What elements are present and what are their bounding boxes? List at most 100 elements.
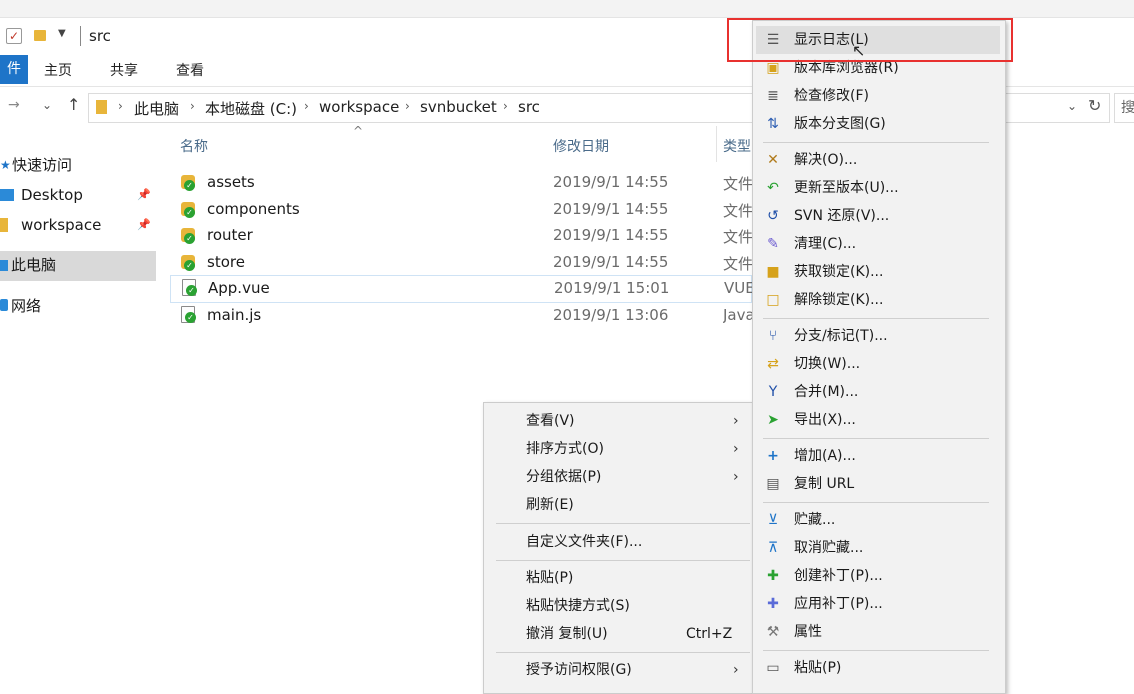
menu-item-revision-graph[interactable]: ⇅ 版本分支图(G): [753, 110, 1005, 138]
address-dropdown-icon[interactable]: ⌄: [1067, 99, 1077, 113]
chevron-right-icon[interactable]: ›: [304, 99, 309, 113]
column-date[interactable]: 修改日期: [553, 136, 609, 156]
chevron-right-icon[interactable]: ›: [405, 99, 410, 113]
menu-separator: [763, 318, 989, 319]
svn-folder-icon: ✓: [181, 228, 195, 244]
submenu-arrow-icon: ›: [733, 662, 739, 678]
merge-icon: Y: [768, 384, 778, 400]
file-row[interactable]: ✓ store 2019/9/1 14:55 文件: [170, 250, 753, 276]
menu-separator: [496, 560, 750, 561]
menu-item-properties[interactable]: ⚒ 属性: [753, 618, 1005, 646]
column-divider[interactable]: [716, 126, 717, 162]
context-menu: 查看(V) › 排序方式(O) › 分组依据(P) › 刷新(E) 自定义文件夹…: [483, 402, 757, 694]
nav-desktop[interactable]: Desktop 📌: [0, 181, 156, 209]
nav-network[interactable]: 网络: [0, 292, 156, 320]
menu-item-paste[interactable]: 粘贴(P): [484, 564, 756, 592]
title-separator: [80, 26, 81, 46]
search-input[interactable]: 搜: [1114, 93, 1134, 123]
menu-item-customize-folder[interactable]: 自定义文件夹(F)...: [484, 528, 756, 556]
menu-item-copy-url[interactable]: ▤ 复制 URL: [753, 470, 1005, 498]
properties-check-icon[interactable]: ✓: [6, 28, 22, 44]
menu-separator: [496, 652, 750, 653]
breadcrumb-src[interactable]: src: [518, 98, 540, 116]
menu-item-give-access[interactable]: 授予访问权限(G) ›: [484, 656, 756, 684]
breadcrumb-workspace[interactable]: workspace: [319, 98, 399, 116]
revision-graph-icon: ⇅: [767, 116, 779, 132]
file-row[interactable]: ✓ components 2019/9/1 14:55 文件: [170, 197, 753, 223]
menu-item-resolve[interactable]: ✕ 解决(O)...: [753, 146, 1005, 174]
menu-item-unshelve[interactable]: ⊼ 取消贮藏...: [753, 534, 1005, 562]
pin-icon[interactable]: 📌: [137, 181, 151, 209]
file-row[interactable]: ✓ main.js 2019/9/1 13:06 Java: [170, 303, 753, 329]
tab-home[interactable]: 主页: [44, 60, 72, 80]
menu-item-switch[interactable]: ⇄ 切换(W)...: [753, 350, 1005, 378]
file-row[interactable]: ✓ App.vue 2019/9/1 15:01 VUE: [170, 275, 754, 303]
menu-item-view[interactable]: 查看(V) ›: [484, 407, 756, 435]
tab-view[interactable]: 查看: [176, 60, 204, 80]
nav-workspace[interactable]: workspace 📌: [0, 211, 156, 239]
new-folder-icon[interactable]: [34, 30, 46, 41]
svn-submenu: ☰ 显示日志(L) ▣ 版本库浏览器(R) ≣ 检查修改(F) ⇅ 版本分支图(…: [752, 20, 1006, 694]
computer-icon: [0, 260, 8, 271]
window-title: src: [89, 27, 111, 45]
menu-item-export[interactable]: ➤ 导出(X)...: [753, 406, 1005, 434]
menu-item-add[interactable]: + 增加(A)...: [753, 442, 1005, 470]
menu-item-undo-copy[interactable]: 撤消 复制(U) Ctrl+Z: [484, 620, 756, 648]
branch-tag-icon: ⑂: [768, 328, 778, 344]
menu-item-get-lock[interactable]: ■ 获取锁定(K)...: [753, 258, 1005, 286]
unshelve-icon: ⊼: [767, 540, 779, 556]
menu-separator: [763, 650, 989, 651]
menu-item-branch-tag[interactable]: ⑂ 分支/标记(T)...: [753, 322, 1005, 350]
menu-separator: [763, 142, 989, 143]
repo-browser-icon: ▣: [766, 60, 780, 76]
chevron-right-icon[interactable]: ›: [190, 99, 195, 113]
menu-item-cleanup[interactable]: ✎ 清理(C)...: [753, 230, 1005, 258]
apply-patch-icon: ✚: [767, 596, 779, 612]
menu-item-create-patch[interactable]: ✚ 创建补丁(P)...: [753, 562, 1005, 590]
export-icon: ➤: [767, 412, 779, 428]
menu-item-update-to-revision[interactable]: ↶ 更新至版本(U)...: [753, 174, 1005, 202]
folder-icon: [96, 100, 107, 114]
forward-icon[interactable]: →: [8, 97, 20, 113]
pin-icon[interactable]: 📌: [137, 211, 151, 239]
cleanup-icon: ✎: [767, 236, 779, 252]
tab-file[interactable]: 件: [0, 55, 28, 84]
folder-icon: [0, 218, 8, 232]
menu-separator: [763, 502, 989, 503]
tab-share[interactable]: 共享: [110, 60, 138, 80]
menu-item-apply-patch[interactable]: ✚ 应用补丁(P)...: [753, 590, 1005, 618]
menu-item-group-by[interactable]: 分组依据(P) ›: [484, 463, 756, 491]
chevron-right-icon[interactable]: ›: [503, 99, 508, 113]
menu-item-check-modifications[interactable]: ≣ 检查修改(F): [753, 82, 1005, 110]
column-name[interactable]: 名称: [180, 136, 208, 156]
chevron-right-icon[interactable]: ›: [118, 99, 123, 113]
file-row[interactable]: ✓ router 2019/9/1 14:55 文件: [170, 223, 753, 249]
breadcrumb-this-pc[interactable]: 此电脑: [134, 98, 179, 119]
menu-item-revert[interactable]: ↺ SVN 还原(V)...: [753, 202, 1005, 230]
quick-access-dropdown-icon[interactable]: ▼: [58, 28, 66, 39]
menu-item-paste-svn[interactable]: ▭ 粘贴(P): [753, 654, 1005, 682]
breadcrumb-svnbucket[interactable]: svnbucket: [420, 98, 497, 116]
unlock-icon: □: [766, 292, 780, 308]
nav-this-pc[interactable]: 此电脑: [0, 251, 156, 281]
menu-item-merge[interactable]: Y 合并(M)...: [753, 378, 1005, 406]
submenu-arrow-icon: ›: [733, 441, 739, 457]
create-patch-icon: ✚: [767, 568, 779, 584]
switch-icon: ⇄: [767, 356, 779, 372]
menu-item-paste-shortcut[interactable]: 粘贴快捷方式(S): [484, 592, 756, 620]
file-row[interactable]: ✓ assets 2019/9/1 14:55 文件: [170, 170, 753, 196]
breadcrumb-local-disk[interactable]: 本地磁盘 (C:): [205, 98, 297, 119]
menu-separator: [763, 438, 989, 439]
menu-item-refresh[interactable]: 刷新(E): [484, 491, 756, 519]
recent-locations-icon[interactable]: ⌄: [42, 98, 52, 112]
menu-item-release-lock[interactable]: □ 解除锁定(K)...: [753, 286, 1005, 314]
up-arrow-icon[interactable]: ↑: [67, 95, 80, 114]
column-type[interactable]: 类型: [723, 136, 751, 156]
refresh-icon[interactable]: ↻: [1088, 96, 1101, 115]
menu-item-sort-by[interactable]: 排序方式(O) ›: [484, 435, 756, 463]
svn-folder-icon: ✓: [181, 255, 195, 271]
mouse-cursor-icon: ↖: [852, 41, 866, 60]
menu-item-shelve[interactable]: ⊻ 贮藏...: [753, 506, 1005, 534]
desktop-icon: [0, 189, 14, 201]
nav-quick-access[interactable]: ★ 快速访问: [0, 151, 156, 179]
